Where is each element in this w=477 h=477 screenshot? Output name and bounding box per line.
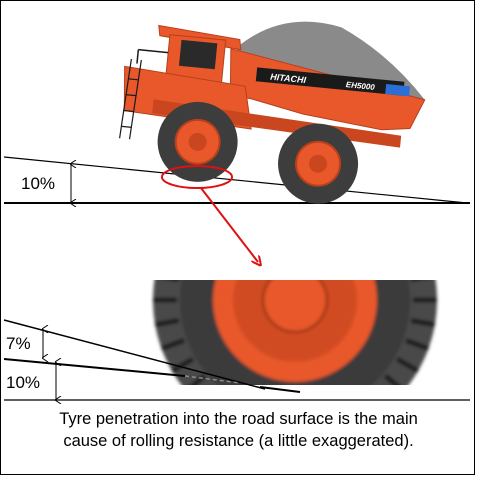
road-surface-tail bbox=[259, 386, 301, 393]
tread-groove bbox=[186, 209, 204, 224]
top-slope-line bbox=[3, 156, 468, 204]
bottom-grade-small-label: 7% bbox=[6, 334, 31, 353]
cab-window bbox=[178, 39, 218, 70]
zoomed-hub bbox=[261, 280, 329, 334]
tread-groove bbox=[270, 160, 274, 184]
tread-groove bbox=[162, 251, 185, 259]
tread-groove bbox=[385, 209, 403, 224]
caption: Tyre penetration into the road surface i… bbox=[0, 408, 477, 452]
tread-groove bbox=[167, 280, 179, 282]
tread-groove bbox=[397, 229, 418, 241]
tread-groove bbox=[172, 229, 193, 241]
tread-groove bbox=[246, 167, 254, 190]
tread-groove bbox=[411, 280, 423, 282]
top-grade-label: 10% bbox=[21, 174, 56, 193]
zoom-callout-arrow bbox=[200, 187, 258, 262]
rolling-resistance-diagram: HITACHI EH5000 bbox=[3, 21, 470, 477]
caption-line-2: cause of rolling resistance (a little ex… bbox=[63, 432, 414, 450]
bottom-grade-large-label: 10% bbox=[6, 373, 41, 392]
tread-groove bbox=[354, 177, 366, 198]
haul-truck: HITACHI EH5000 bbox=[119, 21, 426, 204]
caption-line-1: Tyre penetration into the road surface i… bbox=[59, 410, 418, 428]
top-slope-group bbox=[3, 156, 470, 204]
tread-groove bbox=[406, 251, 429, 259]
handrail bbox=[136, 48, 169, 64]
